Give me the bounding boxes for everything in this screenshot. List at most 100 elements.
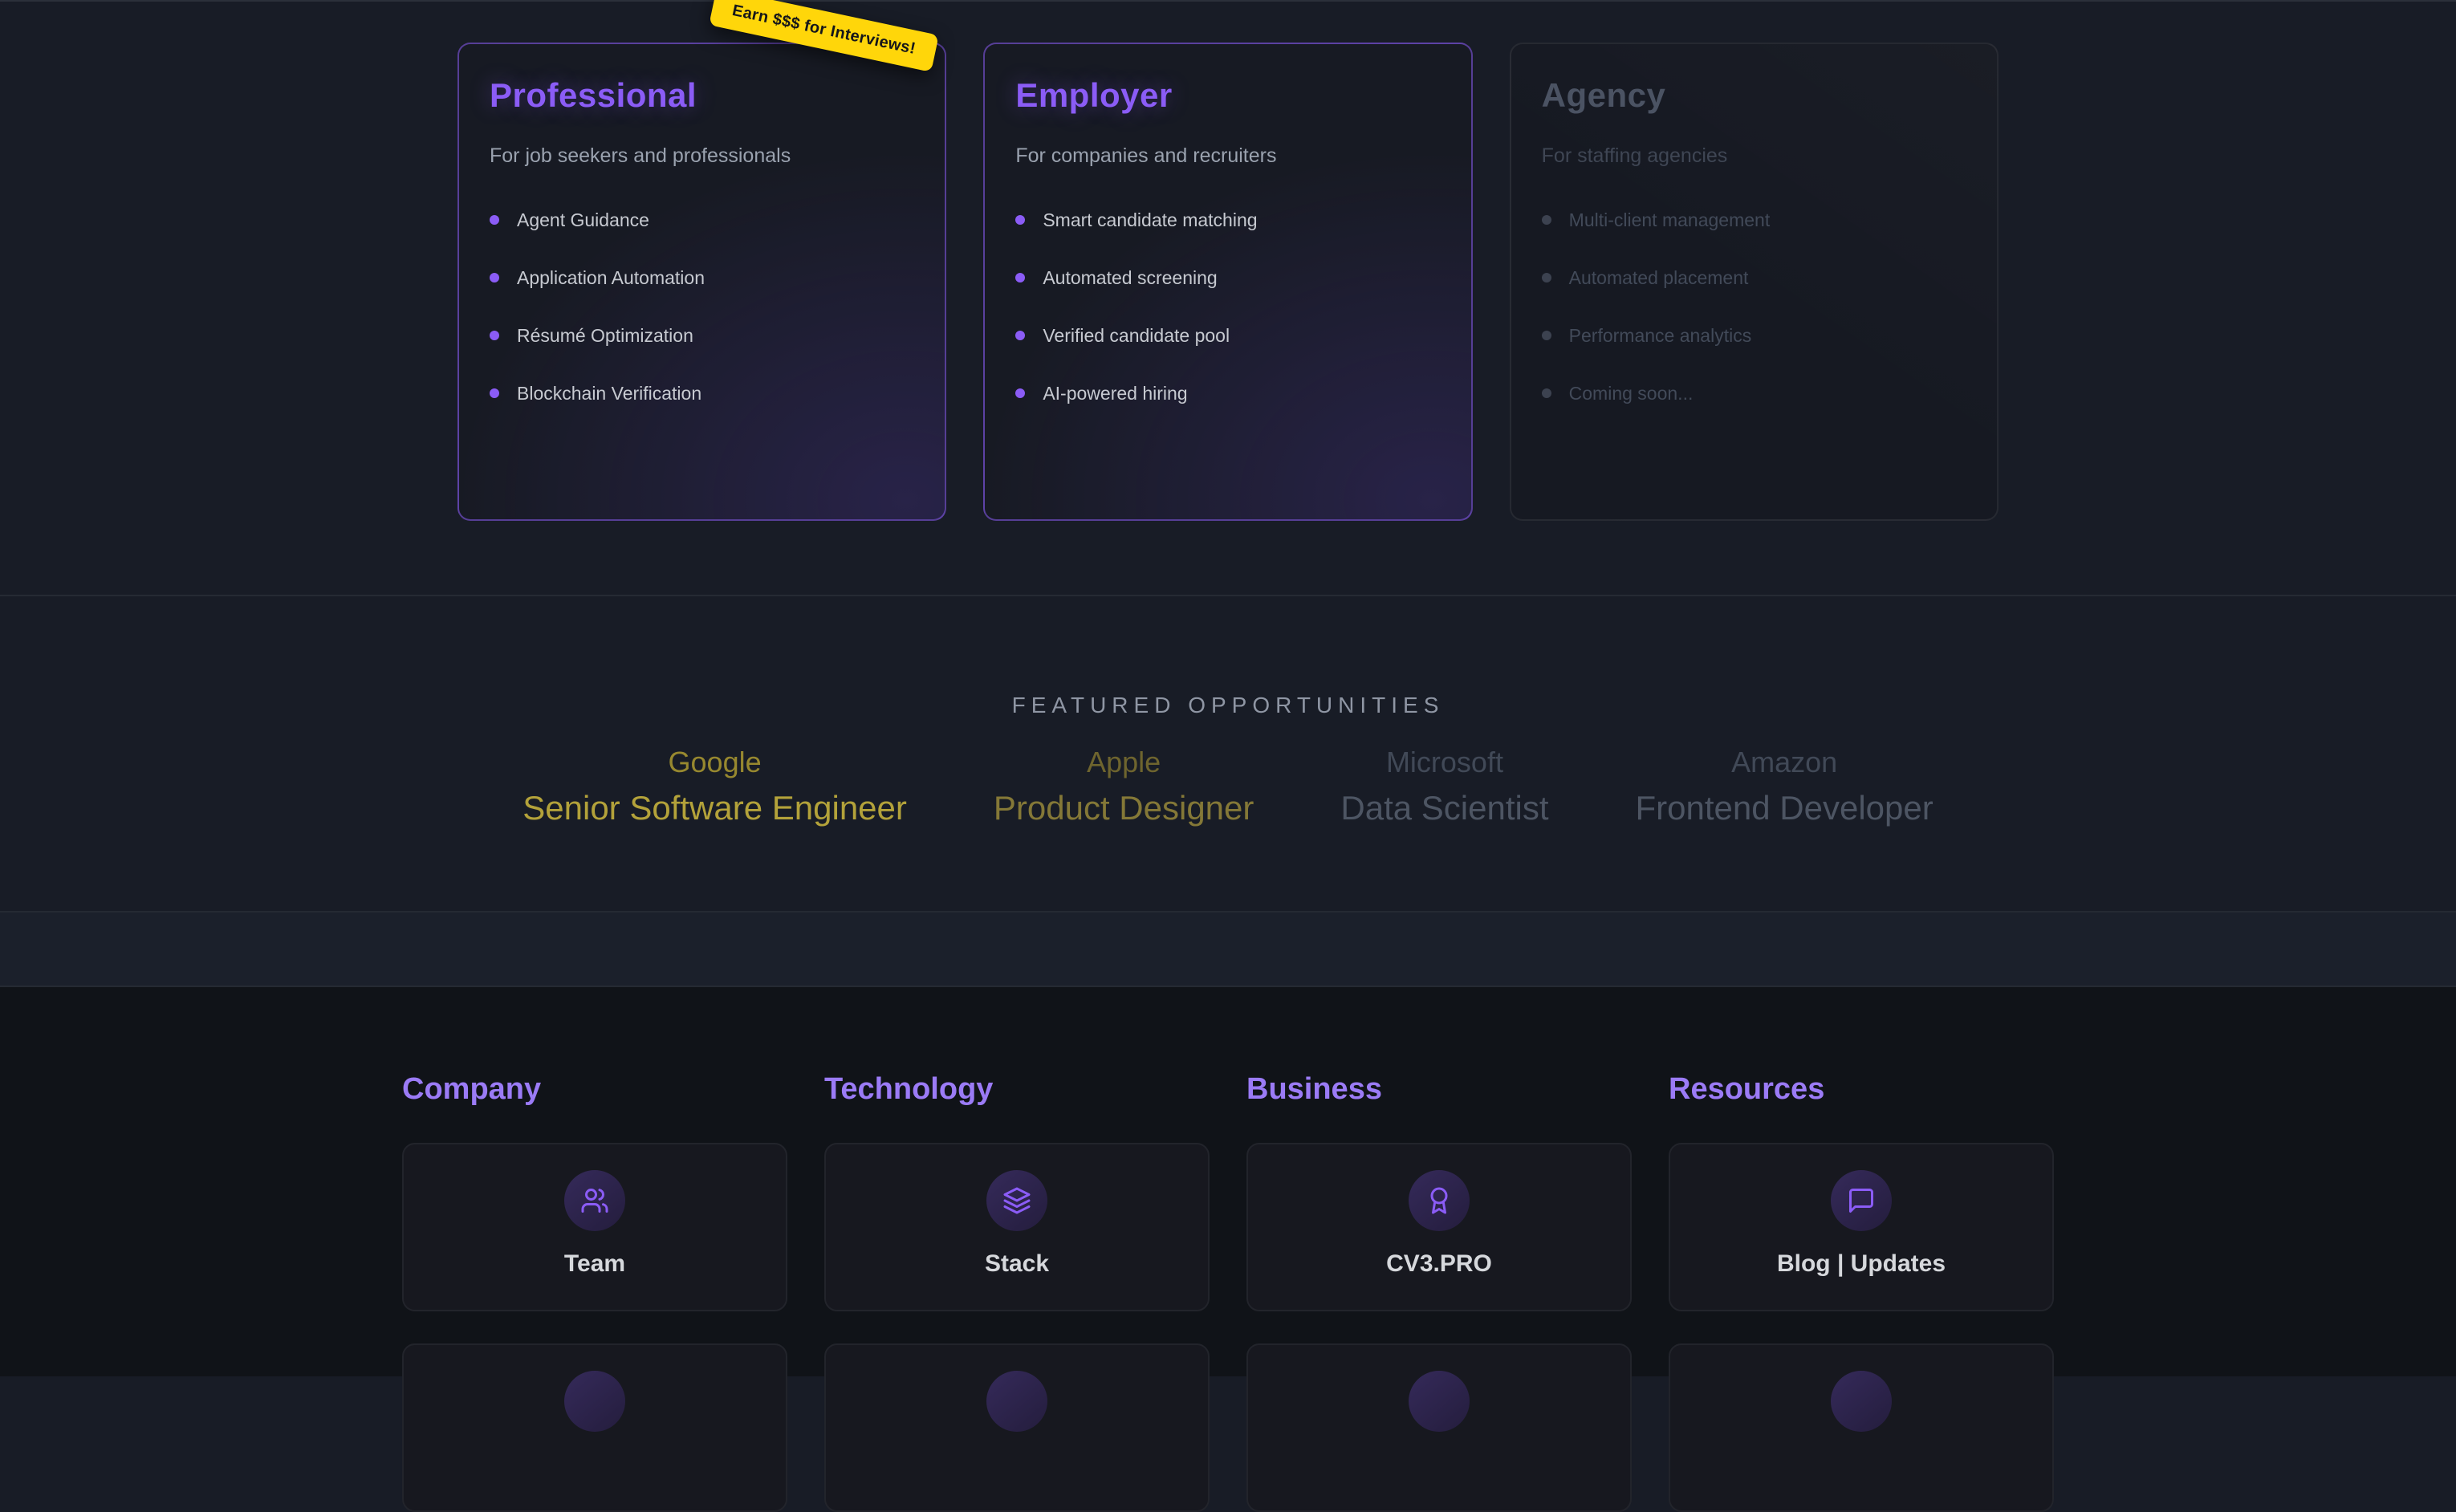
feature-item: Automated screening — [1015, 264, 1440, 291]
bullet-dot-icon — [490, 273, 499, 282]
feature-item: Blockchain Verification — [490, 380, 914, 407]
plan-title: Agency — [1542, 76, 1966, 115]
feature-label: Blockchain Verification — [517, 383, 701, 404]
plan-card-professional[interactable]: Professional For job seekers and profess… — [457, 43, 946, 521]
icon-circle — [986, 1170, 1047, 1231]
footer-card-team[interactable]: Team — [402, 1143, 787, 1311]
footer-column-resources: Resources Blog | Updates — [1669, 1071, 2054, 1512]
footer-grid: Company Team Technology — [402, 1071, 2054, 1512]
feature-list: Multi-client management Automated placem… — [1542, 206, 1966, 407]
icon-circle — [1831, 1371, 1892, 1432]
footer-card-partial[interactable] — [402, 1343, 787, 1512]
footer-heading: Technology — [824, 1071, 1210, 1108]
bullet-dot-icon — [1542, 215, 1551, 225]
feature-label: Application Automation — [517, 267, 705, 289]
plan-subtitle: For staffing agencies — [1542, 144, 1966, 168]
feature-item: Performance analytics — [1542, 322, 1966, 349]
feature-label: Agent Guidance — [517, 209, 649, 231]
bullet-dot-icon — [1542, 273, 1551, 282]
footer-card-cv3pro[interactable]: CV3.PRO — [1246, 1143, 1632, 1311]
job-company: Google — [523, 745, 907, 780]
footer-card-label: Stack — [985, 1250, 1049, 1278]
bullet-dot-icon — [490, 331, 499, 340]
featured-jobs-row: Google Senior Software Engineer Apple Pr… — [0, 745, 2456, 828]
bullet-dot-icon — [490, 215, 499, 225]
bullet-dot-icon — [490, 388, 499, 398]
plan-subtitle: For companies and recruiters — [1015, 144, 1440, 168]
icon-circle — [564, 1371, 625, 1432]
feature-item: Résumé Optimization — [490, 322, 914, 349]
feature-label: Verified candidate pool — [1043, 325, 1230, 347]
featured-job-apple[interactable]: Apple Product Designer — [994, 745, 1254, 828]
job-title: Product Designer — [994, 788, 1254, 828]
feature-label: Multi-client management — [1569, 209, 1771, 231]
job-company: Apple — [994, 745, 1254, 780]
feature-label: Automated placement — [1569, 267, 1749, 289]
icon-circle — [564, 1170, 625, 1231]
bullet-dot-icon — [1015, 331, 1025, 340]
footer-card-partial[interactable] — [824, 1343, 1210, 1512]
footer-heading: Company — [402, 1071, 787, 1108]
feature-list: Smart candidate matching Automated scree… — [1015, 206, 1440, 407]
plan-title: Employer — [1015, 76, 1440, 115]
footer-card-label: Blog | Updates — [1777, 1250, 1946, 1278]
icon-circle — [986, 1371, 1047, 1432]
job-title: Frontend Developer — [1636, 788, 1933, 828]
footer-card-label: CV3.PRO — [1386, 1250, 1492, 1278]
users-icon — [580, 1186, 609, 1215]
featured-heading: FEATURED OPPORTUNITIES — [0, 692, 2456, 719]
plan-subtitle: For job seekers and professionals — [490, 144, 914, 168]
footer-section: Company Team Technology — [0, 987, 2456, 1376]
featured-job-google[interactable]: Google Senior Software Engineer — [523, 745, 907, 828]
feature-label: AI-powered hiring — [1043, 383, 1187, 404]
footer-column-technology: Technology Stack — [824, 1071, 1210, 1512]
job-title: Senior Software Engineer — [523, 788, 907, 828]
footer-heading: Resources — [1669, 1071, 2054, 1108]
award-icon — [1425, 1186, 1454, 1215]
section-divider-strip — [0, 912, 2456, 987]
job-company: Microsoft — [1340, 745, 1548, 780]
feature-label: Automated screening — [1043, 267, 1217, 289]
plans-section: Professional For job seekers and profess… — [0, 0, 2456, 596]
footer-card-partial[interactable] — [1246, 1343, 1632, 1512]
footer-card-blog[interactable]: Blog | Updates — [1669, 1143, 2054, 1311]
featured-job-amazon[interactable]: Amazon Frontend Developer — [1636, 745, 1933, 828]
feature-item: Multi-client management — [1542, 206, 1966, 234]
featured-opportunities-section: FEATURED OPPORTUNITIES Google Senior Sof… — [0, 596, 2456, 912]
featured-job-microsoft[interactable]: Microsoft Data Scientist — [1340, 745, 1548, 828]
feature-list: Agent Guidance Application Automation Ré… — [490, 206, 914, 407]
job-company: Amazon — [1636, 745, 1933, 780]
plan-card-employer[interactable]: Employer For companies and recruiters Sm… — [983, 43, 1472, 521]
message-bubble-icon — [1847, 1186, 1876, 1215]
icon-circle — [1409, 1170, 1470, 1231]
bullet-dot-icon — [1542, 331, 1551, 340]
footer-column-business: Business CV3.PRO — [1246, 1071, 1632, 1512]
footer-card-partial[interactable] — [1669, 1343, 2054, 1512]
bullet-dot-icon — [1015, 388, 1025, 398]
icon-circle — [1831, 1170, 1892, 1231]
feature-item: Verified candidate pool — [1015, 322, 1440, 349]
feature-item: Agent Guidance — [490, 206, 914, 234]
feature-item: Automated placement — [1542, 264, 1966, 291]
plan-card-agency: Agency For staffing agencies Multi-clien… — [1510, 43, 1999, 521]
footer-heading: Business — [1246, 1071, 1632, 1108]
bullet-dot-icon — [1015, 215, 1025, 225]
feature-label: Résumé Optimization — [517, 325, 693, 347]
feature-item: AI-powered hiring — [1015, 380, 1440, 407]
bullet-dot-icon — [1015, 273, 1025, 282]
feature-item: Application Automation — [490, 264, 914, 291]
plan-title: Professional — [490, 76, 914, 115]
footer-card-stack[interactable]: Stack — [824, 1143, 1210, 1311]
feature-label: Performance analytics — [1569, 325, 1752, 347]
feature-item: Coming soon... — [1542, 380, 1966, 407]
bullet-dot-icon — [1542, 388, 1551, 398]
feature-label: Coming soon... — [1569, 383, 1694, 404]
feature-label: Smart candidate matching — [1043, 209, 1257, 231]
feature-item: Smart candidate matching — [1015, 206, 1440, 234]
layers-icon — [1002, 1186, 1031, 1215]
job-title: Data Scientist — [1340, 788, 1548, 828]
footer-column-company: Company Team — [402, 1071, 787, 1512]
icon-circle — [1409, 1371, 1470, 1432]
plans-row: Professional For job seekers and profess… — [457, 2, 1999, 521]
footer-card-label: Team — [564, 1250, 625, 1278]
